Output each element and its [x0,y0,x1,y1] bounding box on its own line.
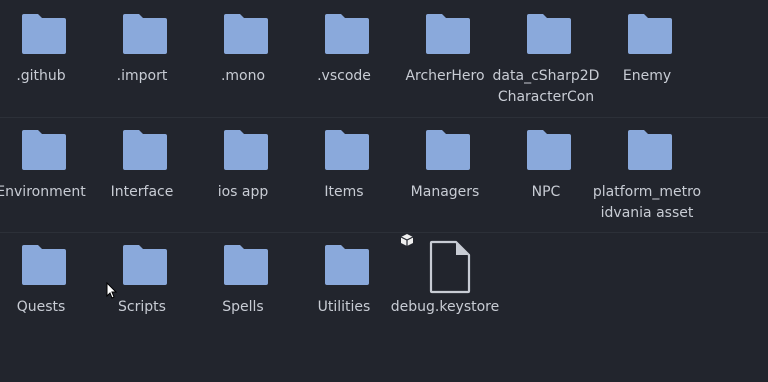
folder-icon [325,245,369,285]
folder-item-platform-metroidvania[interactable]: platform_metroidvania asset [593,116,701,226]
folder-item-mono[interactable]: .mono [196,0,296,110]
folder-label: .vscode [317,68,371,84]
folder-label: Environment [0,184,86,200]
folder-item-environment[interactable]: Environment [0,116,94,226]
folder-label: NPC [531,184,561,200]
folder-icon [123,130,167,170]
file-icon [429,240,471,294]
file-item-debug-keystore[interactable]: debug.keystore [391,231,499,341]
folder-icon [224,14,268,54]
folder-label: platform_metroidvania asset [592,184,702,221]
folder-item-data-csharp[interactable]: data_cSharp2DCharacterCon [493,0,599,110]
folder-icon [325,130,369,170]
folder-icon [426,130,470,170]
folder-item-github[interactable]: .github [0,0,94,110]
folder-label: Quests [16,299,66,315]
folder-item-quests[interactable]: Quests [0,231,94,341]
folder-icon [22,130,66,170]
folder-item-archerhero[interactable]: ArcherHero [398,0,498,110]
file-grid: .github .import .mono .vscode ArcherHero… [0,0,768,382]
folder-label: ios app [217,184,269,200]
folder-label: Interface [110,184,174,200]
folder-icon [123,14,167,54]
folder-label: Managers [410,184,480,200]
folder-icon [628,14,672,54]
folder-icon [527,14,571,54]
folder-item-interface[interactable]: Interface [95,116,195,226]
folder-item-ios-app[interactable]: ios app [196,116,296,226]
folder-item-managers[interactable]: Managers [398,116,498,226]
folder-icon [224,130,268,170]
folder-icon [224,245,268,285]
mouse-cursor-icon [106,282,118,299]
folder-icon [22,245,66,285]
folder-item-enemy[interactable]: Enemy [600,0,700,110]
folder-item-vscode[interactable]: .vscode [297,0,397,110]
folder-item-spells[interactable]: Spells [196,231,296,341]
folder-icon [628,130,672,170]
folder-item-items[interactable]: Items [297,116,397,226]
folder-label: .github [16,68,66,84]
folder-label: .mono [220,68,266,84]
cube-icon [400,234,414,246]
folder-label: Utilities [317,299,371,315]
folder-icon [22,14,66,54]
folder-item-npc[interactable]: NPC [499,116,599,226]
file-label: debug.keystore [390,299,500,315]
folder-icon [426,14,470,54]
folder-label: .import [116,68,168,84]
folder-icon [527,130,571,170]
folder-icon [325,14,369,54]
folder-icon [123,245,167,285]
folder-item-import[interactable]: .import [95,0,195,110]
folder-item-utilities[interactable]: Utilities [297,231,397,341]
folder-label: ArcherHero [405,68,485,84]
folder-label: Enemy [622,68,672,84]
folder-label: Items [324,184,364,200]
folder-label: data_cSharp2DCharacterCon [492,68,600,105]
folder-label: Spells [222,299,264,315]
folder-label: Scripts [118,299,166,315]
